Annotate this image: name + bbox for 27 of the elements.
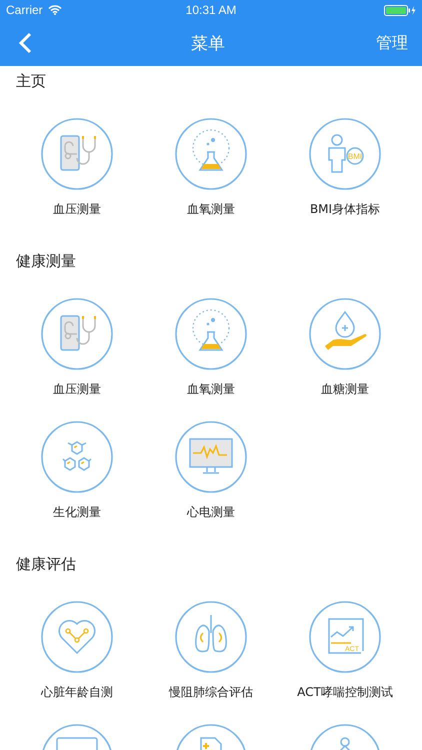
menu-item-label[interactable]: 血压测量 bbox=[53, 380, 101, 398]
phone-stethoscope-icon[interactable] bbox=[41, 298, 113, 370]
menu-item-label[interactable]: 心脏年龄自测 bbox=[41, 683, 113, 701]
battery-icon bbox=[384, 4, 416, 16]
menu-item-label[interactable]: 慢阻肺综合评估 bbox=[169, 683, 253, 701]
flask-icon[interactable] bbox=[175, 118, 247, 190]
menu-item-label[interactable]: 生化测量 bbox=[53, 503, 101, 521]
hexagons-icon[interactable] bbox=[41, 421, 113, 493]
menu-item-label[interactable]: 心电测量 bbox=[187, 503, 235, 521]
section-title: 健康评估 bbox=[16, 554, 76, 574]
flask-icon[interactable] bbox=[175, 298, 247, 370]
lungs-icon[interactable] bbox=[175, 601, 247, 673]
menu-item-label[interactable]: 血糖测量 bbox=[321, 380, 369, 398]
menu-item-label[interactable]: BMI身体指标 bbox=[310, 200, 380, 218]
phone-stethoscope-icon[interactable] bbox=[41, 118, 113, 190]
monitor-icon[interactable] bbox=[175, 421, 247, 493]
drop-hand-icon[interactable] bbox=[309, 298, 381, 370]
wifi-icon bbox=[48, 5, 62, 15]
menu-item-label[interactable]: 血氧测量 bbox=[187, 380, 235, 398]
section-title: 主页 bbox=[16, 72, 46, 90]
status-time: 10:31 AM bbox=[186, 3, 236, 17]
menu-item-label[interactable]: 血压测量 bbox=[53, 200, 101, 218]
section-title: 健康测量 bbox=[16, 252, 76, 270]
nav-title: 菜单 bbox=[191, 32, 225, 54]
menu-item-label[interactable]: ACT哮喘控制测试 bbox=[297, 683, 393, 701]
carrier-text: Carrier bbox=[6, 3, 43, 17]
menu-item-label[interactable]: 血氧测量 bbox=[187, 200, 235, 218]
